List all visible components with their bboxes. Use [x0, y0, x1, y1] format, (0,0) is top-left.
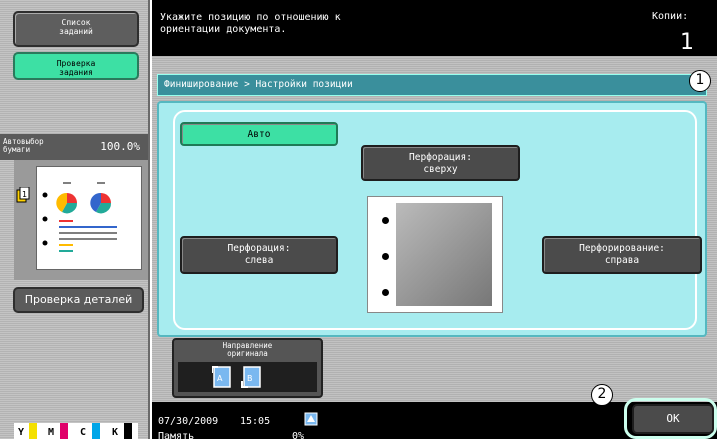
toner-m-label: M — [48, 427, 55, 438]
orientation-portrait-icon: A — [212, 366, 231, 388]
paper-tray-icon: 1 — [16, 187, 30, 203]
copier-screen: Список заданий Проверка задания Автовыбо… — [0, 0, 717, 439]
original-direction-label: Направление оригинала — [222, 341, 273, 358]
memory-label: Память — [158, 431, 195, 439]
left-panel: Список заданий Проверка задания Автовыбо… — [0, 0, 150, 439]
toner-c-bar — [92, 423, 100, 439]
copies-value: 1 — [680, 30, 694, 55]
job-check-button[interactable]: Проверка задания — [13, 52, 139, 80]
paper-auto-bar: Автовыбор бумаги 100.0% — [0, 134, 148, 160]
orientation-icons: A B — [178, 362, 317, 392]
original-direction-button[interactable]: Направление оригинала A B — [172, 338, 323, 398]
callout-1: 1 — [689, 70, 711, 92]
preview-sheet — [22, 166, 142, 270]
memory-value: 0% — [292, 431, 305, 439]
check-details-button[interactable]: Проверка деталей — [13, 287, 144, 313]
network-icon — [304, 412, 318, 426]
toner-k-label: K — [112, 427, 119, 438]
paper-auto-label: Автовыбор бумаги — [3, 137, 44, 154]
time-display: 15:05 — [240, 416, 271, 427]
zoom-value: 100.0% — [100, 140, 140, 153]
svg-text:A: A — [217, 374, 223, 383]
punch-left-button[interactable]: Перфорация: слева — [180, 236, 338, 274]
message-header: Укажите позицию по отношению к ориентаци… — [152, 0, 717, 56]
punch-hole-icon — [382, 217, 389, 224]
copies-label: Копии: — [652, 11, 689, 22]
auto-button[interactable]: Авто — [180, 122, 338, 146]
toner-m-bar — [60, 423, 68, 439]
toner-levels: Y M C K — [14, 423, 138, 439]
orientation-landscape-icon: B — [241, 366, 261, 388]
instruction-message: Укажите позицию по отношению к ориентаци… — [160, 12, 341, 35]
preview-page-icon — [22, 182, 117, 252]
callout-2: 2 — [591, 384, 613, 406]
document-page — [396, 203, 492, 306]
toner-k-bar — [124, 423, 132, 439]
toner-y-bar — [29, 423, 37, 439]
punch-right-button[interactable]: Перфорирование: справа — [542, 236, 702, 274]
punch-hole-icon — [382, 289, 389, 296]
document-preview — [367, 196, 503, 313]
output-preview: 1 — [14, 160, 148, 280]
punch-hole-icon — [382, 253, 389, 260]
punch-top-button[interactable]: Перфорация: сверху — [361, 145, 520, 181]
main-area: Финиширование > Настройки позиции Авто П… — [152, 56, 717, 402]
toner-c-label: C — [80, 427, 87, 438]
ok-button[interactable]: OK — [632, 404, 714, 434]
date-display: 07/30/2009 — [158, 416, 219, 427]
job-list-button[interactable]: Список заданий — [13, 11, 139, 47]
svg-text:B: B — [247, 374, 253, 383]
breadcrumb: Финиширование > Настройки позиции — [157, 74, 707, 96]
toner-y-label: Y — [18, 427, 25, 438]
svg-text:1: 1 — [22, 190, 27, 199]
